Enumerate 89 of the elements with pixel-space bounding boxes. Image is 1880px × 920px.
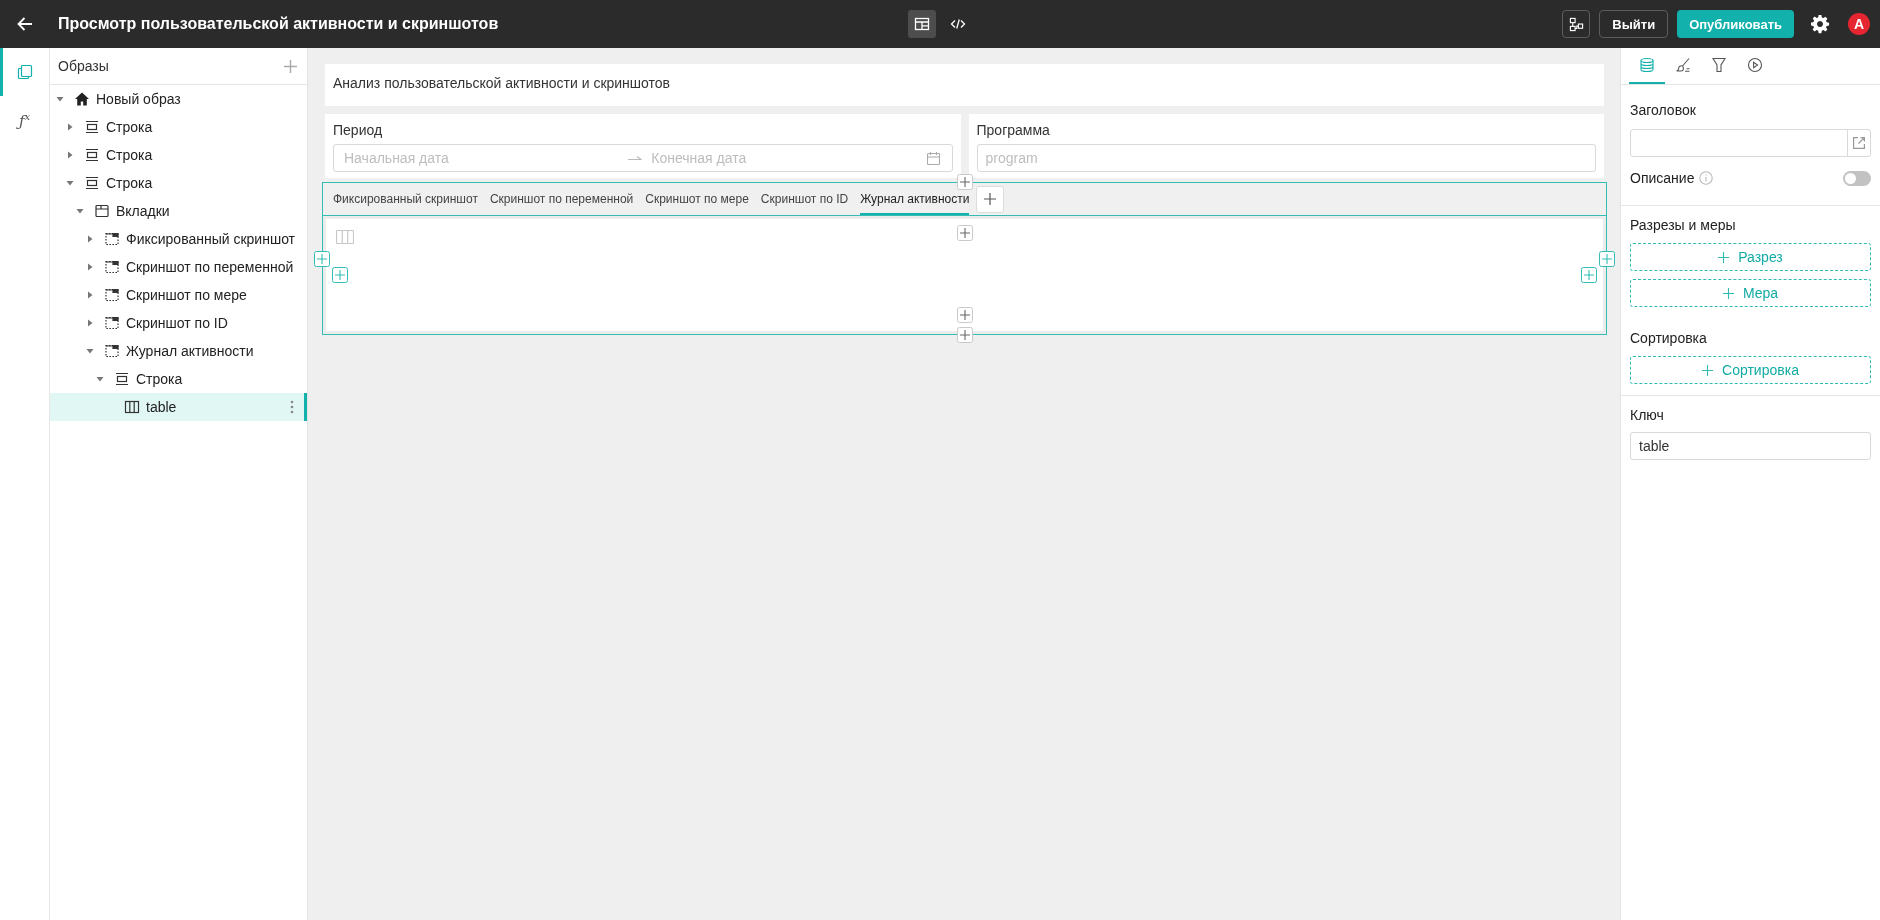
calendar-icon[interactable]	[926, 151, 940, 165]
info-icon[interactable]	[1699, 171, 1714, 185]
exit-button[interactable]: Выйти	[1599, 10, 1669, 38]
add-icon[interactable]	[956, 225, 973, 241]
view-mode-button[interactable]	[908, 10, 936, 38]
table-icon	[336, 230, 354, 244]
tree-item[interactable]: Журнал активности	[50, 337, 307, 365]
pages-icon	[16, 64, 33, 80]
play-icon	[1747, 57, 1763, 73]
tab-icon	[104, 315, 120, 331]
dashboard-title: Анализ пользовательской активности и скриншотов	[325, 64, 1604, 106]
field-label: Ключ	[1630, 407, 1665, 424]
caret-icon[interactable]	[85, 234, 95, 244]
caret-icon[interactable]	[85, 290, 95, 300]
tab[interactable]: Скриншот по переменной	[489, 183, 634, 215]
filter-label: Программа	[976, 122, 1051, 139]
caret-icon[interactable]	[65, 178, 75, 188]
caret-icon[interactable]	[95, 374, 105, 384]
brush-icon	[1675, 57, 1691, 73]
section-label: Сортировка	[1630, 330, 1708, 347]
row-layout-icon	[114, 371, 130, 387]
tab[interactable]: Фиксированный скриншот	[333, 183, 478, 215]
title-input[interactable]	[1630, 129, 1871, 157]
add-icon[interactable]	[1581, 267, 1597, 283]
settings-icon[interactable]	[1810, 14, 1830, 34]
add-icon[interactable]	[314, 250, 330, 267]
tabs-icon	[94, 203, 110, 219]
tree-item[interactable]: Строка	[50, 365, 307, 393]
add-icon[interactable]	[1599, 250, 1615, 267]
tab[interactable]: Скриншот по ID	[760, 183, 849, 215]
tab-icon	[104, 259, 120, 275]
row-layout-icon	[84, 147, 100, 163]
back-icon[interactable]	[16, 15, 34, 33]
tree-item[interactable]: Фиксированный скриншот	[50, 225, 307, 253]
text-input[interactable]: program	[976, 144, 1596, 172]
plus-icon	[1702, 364, 1714, 376]
plus-icon	[984, 193, 997, 205]
caret-icon[interactable]	[85, 346, 95, 356]
more-icon[interactable]	[290, 400, 294, 414]
tree-item[interactable]: Скриншот по мере	[50, 281, 307, 309]
tab-icon	[104, 231, 120, 247]
diagram-icon	[1568, 16, 1584, 32]
row-layout-icon	[84, 119, 100, 135]
database-icon	[1639, 57, 1655, 73]
formula-tab[interactable]: ƒ$^{x}$	[0, 96, 49, 144]
add-icon[interactable]	[956, 327, 973, 343]
caret-icon[interactable]	[55, 94, 65, 104]
start-date-input[interactable]: Начальная дата	[344, 148, 620, 168]
caret-icon[interactable]	[75, 206, 85, 216]
tab-icon	[104, 343, 120, 359]
avatar[interactable]: А	[1848, 13, 1870, 35]
add-tab-button[interactable]	[976, 185, 1005, 213]
plus-icon	[1722, 287, 1734, 299]
add-icon[interactable]	[956, 174, 973, 190]
columns-icon	[124, 399, 140, 415]
filter-icon	[1711, 57, 1727, 73]
date-range-field[interactable]: Начальная дата Конечная дата	[333, 144, 953, 172]
caret-icon[interactable]	[85, 318, 95, 328]
tree-item[interactable]: Скриншот по переменной	[50, 253, 307, 281]
section-label: Разрезы и меры	[1630, 217, 1737, 234]
page-title: Просмотр пользовательской активности и скриншотов	[58, 15, 499, 33]
caret-icon[interactable]	[85, 262, 95, 272]
tree-item[interactable]: Строка	[50, 141, 307, 169]
plus-icon	[1718, 251, 1730, 263]
external-link-icon[interactable]	[1853, 137, 1865, 149]
toggle-switch[interactable]	[1843, 170, 1871, 186]
tree-item[interactable]: table	[50, 393, 307, 421]
tree-item[interactable]: Новый образ	[50, 85, 307, 113]
caret-icon[interactable]	[65, 150, 75, 160]
layout-icon	[914, 16, 930, 32]
caret-icon[interactable]	[65, 122, 75, 132]
add-icon[interactable]	[332, 267, 348, 283]
tree-item[interactable]: Строка	[50, 169, 307, 197]
tree-item[interactable]: Вкладки	[50, 197, 307, 225]
filter-label: Период	[333, 122, 384, 139]
tab-icon	[104, 287, 120, 303]
structure-button[interactable]	[1562, 10, 1591, 38]
field-label: Заголовок	[1630, 102, 1697, 119]
home-icon	[74, 91, 90, 107]
add-icon[interactable]	[956, 307, 973, 323]
key-input[interactable]: table	[1630, 432, 1871, 460]
tab[interactable]: Скриншот по мере	[645, 183, 749, 215]
field-label: Описание	[1630, 169, 1695, 187]
tree-item[interactable]: Скриншот по ID	[50, 309, 307, 337]
panel-title: Образы	[58, 58, 109, 74]
end-date-input[interactable]: Конечная дата	[651, 148, 927, 168]
tree-item[interactable]: Строка	[50, 113, 307, 141]
add-icon[interactable]	[284, 59, 297, 73]
row-layout-icon	[84, 175, 100, 191]
